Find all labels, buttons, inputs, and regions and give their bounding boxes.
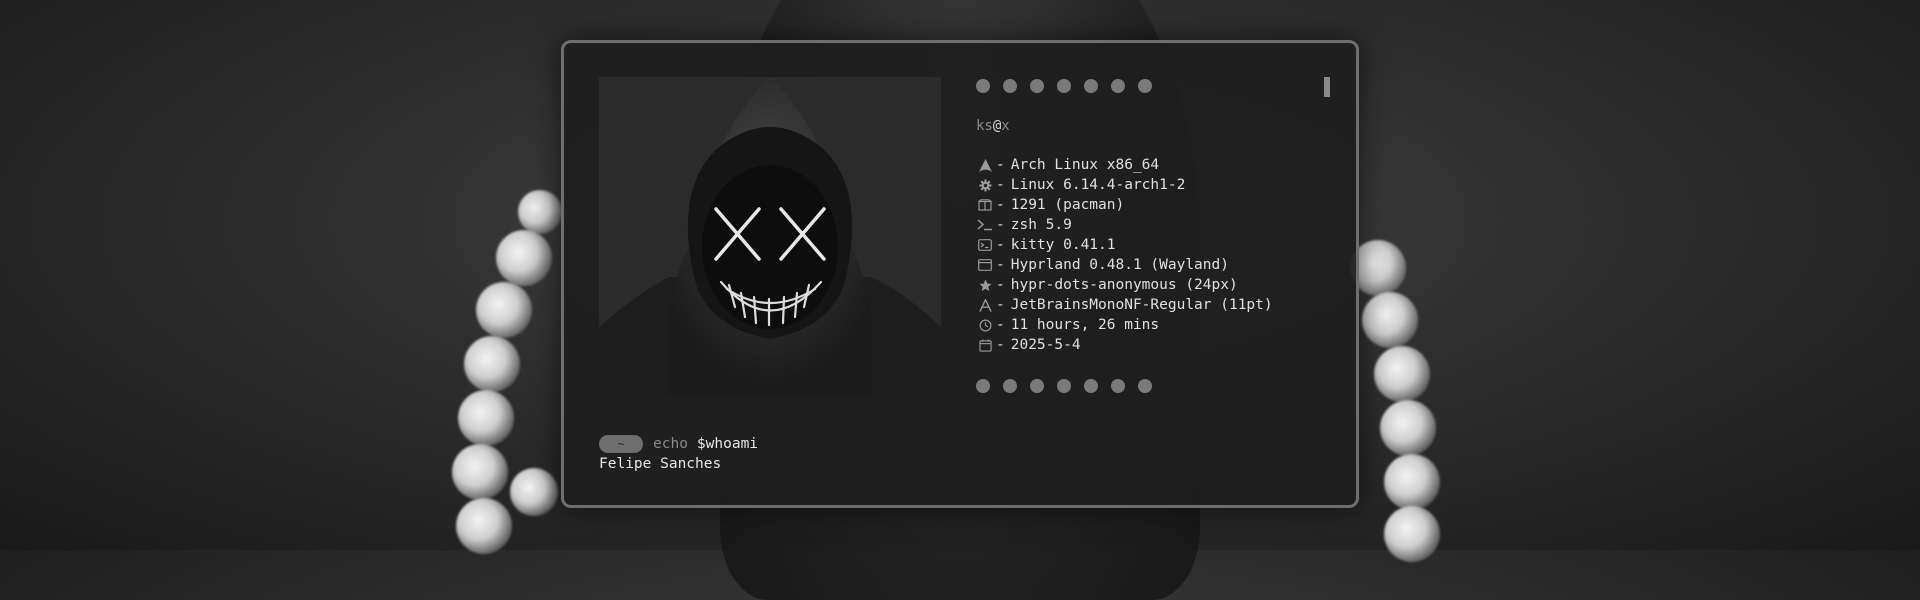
info-separator: - xyxy=(996,237,1005,253)
user-host-line: ks@x xyxy=(976,118,1010,134)
info-row-shell: - zsh 5.9 xyxy=(976,215,1273,235)
color-palette-bottom xyxy=(976,379,1152,393)
info-separator: - xyxy=(996,157,1005,173)
info-separator: - xyxy=(996,337,1005,353)
info-row-theme: - hypr-dots-anonymous (24px) xyxy=(976,275,1273,295)
wallpaper-bokeh-light xyxy=(464,336,520,392)
palette-dot xyxy=(1030,79,1044,93)
command-argument: $whoami xyxy=(696,436,759,452)
hostname: x xyxy=(1001,118,1010,134)
info-value: kitty 0.41.1 xyxy=(1010,237,1116,253)
palette-dot xyxy=(1084,79,1098,93)
info-row-font: - JetBrainsMonoNF-Regular (11pt) xyxy=(976,295,1273,315)
window-icon xyxy=(976,257,994,273)
wallpaper-bokeh-light xyxy=(476,282,532,338)
info-row-date: -2025-5-4 xyxy=(976,335,1273,355)
palette-dot xyxy=(1003,379,1017,393)
text-cursor xyxy=(1324,77,1330,97)
palette-dot xyxy=(1138,79,1152,93)
star-icon xyxy=(976,277,994,293)
info-value: Hyprland 0.48.1 (Wayland) xyxy=(1010,257,1229,273)
wallpaper-bokeh-light xyxy=(1362,292,1418,348)
palette-dot xyxy=(976,379,990,393)
command-name: echo xyxy=(653,436,688,452)
info-separator: - xyxy=(996,257,1005,273)
arch-logo-icon xyxy=(976,157,994,173)
palette-dot xyxy=(1084,379,1098,393)
info-row-terminal: - kitty 0.41.1 xyxy=(976,235,1273,255)
info-row-kernel: - Linux 6.14.4-arch1-2 xyxy=(976,175,1273,195)
palette-dot xyxy=(1138,379,1152,393)
system-info-list: - Arch Linux x86_64 - Linux 6.14.4-arch1-2… xyxy=(976,155,1273,355)
hooded-mask-figure-icon xyxy=(599,77,941,397)
username: ks xyxy=(976,118,993,134)
info-value: Arch Linux x86_64 xyxy=(1010,157,1160,173)
shell-prompt-icon xyxy=(976,217,994,233)
palette-dot xyxy=(1003,79,1017,93)
color-palette-top xyxy=(976,79,1152,93)
wallpaper-bokeh-light xyxy=(456,498,512,554)
wallpaper-bokeh-light xyxy=(1374,346,1430,402)
info-row-wm: - Hyprland 0.48.1 (Wayland) xyxy=(976,255,1273,275)
wallpaper-bokeh-light xyxy=(1384,454,1440,510)
wallpaper-bokeh-light xyxy=(518,190,562,234)
terminal-icon xyxy=(976,237,994,253)
package-icon xyxy=(976,197,994,213)
palette-dot xyxy=(1111,379,1125,393)
palette-dot xyxy=(976,79,990,93)
info-separator: - xyxy=(996,297,1005,313)
wallpaper-bokeh-light xyxy=(496,230,552,286)
palette-dot xyxy=(1057,379,1071,393)
palette-dot xyxy=(1057,79,1071,93)
directory-badge: ~ xyxy=(599,435,643,453)
info-row-uptime: -11 hours, 26 mins xyxy=(976,315,1273,335)
info-separator: - xyxy=(996,217,1005,233)
fetch-logo-image xyxy=(599,77,941,397)
wallpaper-bokeh-light xyxy=(510,468,558,516)
info-value: Linux 6.14.4-arch1-2 xyxy=(1010,177,1186,193)
info-value: 11 hours, 26 mins xyxy=(1010,317,1160,333)
palette-dot xyxy=(1111,79,1125,93)
info-value: hypr-dots-anonymous (24px) xyxy=(1010,277,1238,293)
info-separator: - xyxy=(996,197,1005,213)
info-value: zsh 5.9 xyxy=(1010,217,1072,233)
wallpaper-bokeh-light xyxy=(1380,400,1436,456)
info-separator: - xyxy=(996,277,1005,293)
info-row-packages: -1291 (pacman) xyxy=(976,195,1273,215)
font-icon xyxy=(976,297,994,313)
info-value: 1291 (pacman) xyxy=(1010,197,1125,213)
shell-prompt-line[interactable]: ~ echo $whoami xyxy=(599,435,758,453)
info-value: JetBrainsMonoNF-Regular (11pt) xyxy=(1010,297,1273,313)
wallpaper-bokeh-light xyxy=(452,444,508,500)
wallpaper-bokeh-light xyxy=(458,390,514,446)
wallpaper-bokeh-light xyxy=(1384,506,1440,562)
info-row-os: - Arch Linux x86_64 xyxy=(976,155,1273,175)
info-separator: - xyxy=(996,177,1005,193)
terminal-window[interactable]: ks@x - Arch Linux x86_64 - Linux 6.14.4-ar… xyxy=(561,40,1359,508)
info-value: 2025-5-4 xyxy=(1010,337,1081,353)
palette-dot xyxy=(1030,379,1044,393)
gear-icon xyxy=(976,177,994,193)
clock-icon xyxy=(976,317,994,333)
command-output: Felipe Sanches xyxy=(599,456,722,472)
info-separator: - xyxy=(996,317,1005,333)
calendar-icon xyxy=(976,337,994,353)
